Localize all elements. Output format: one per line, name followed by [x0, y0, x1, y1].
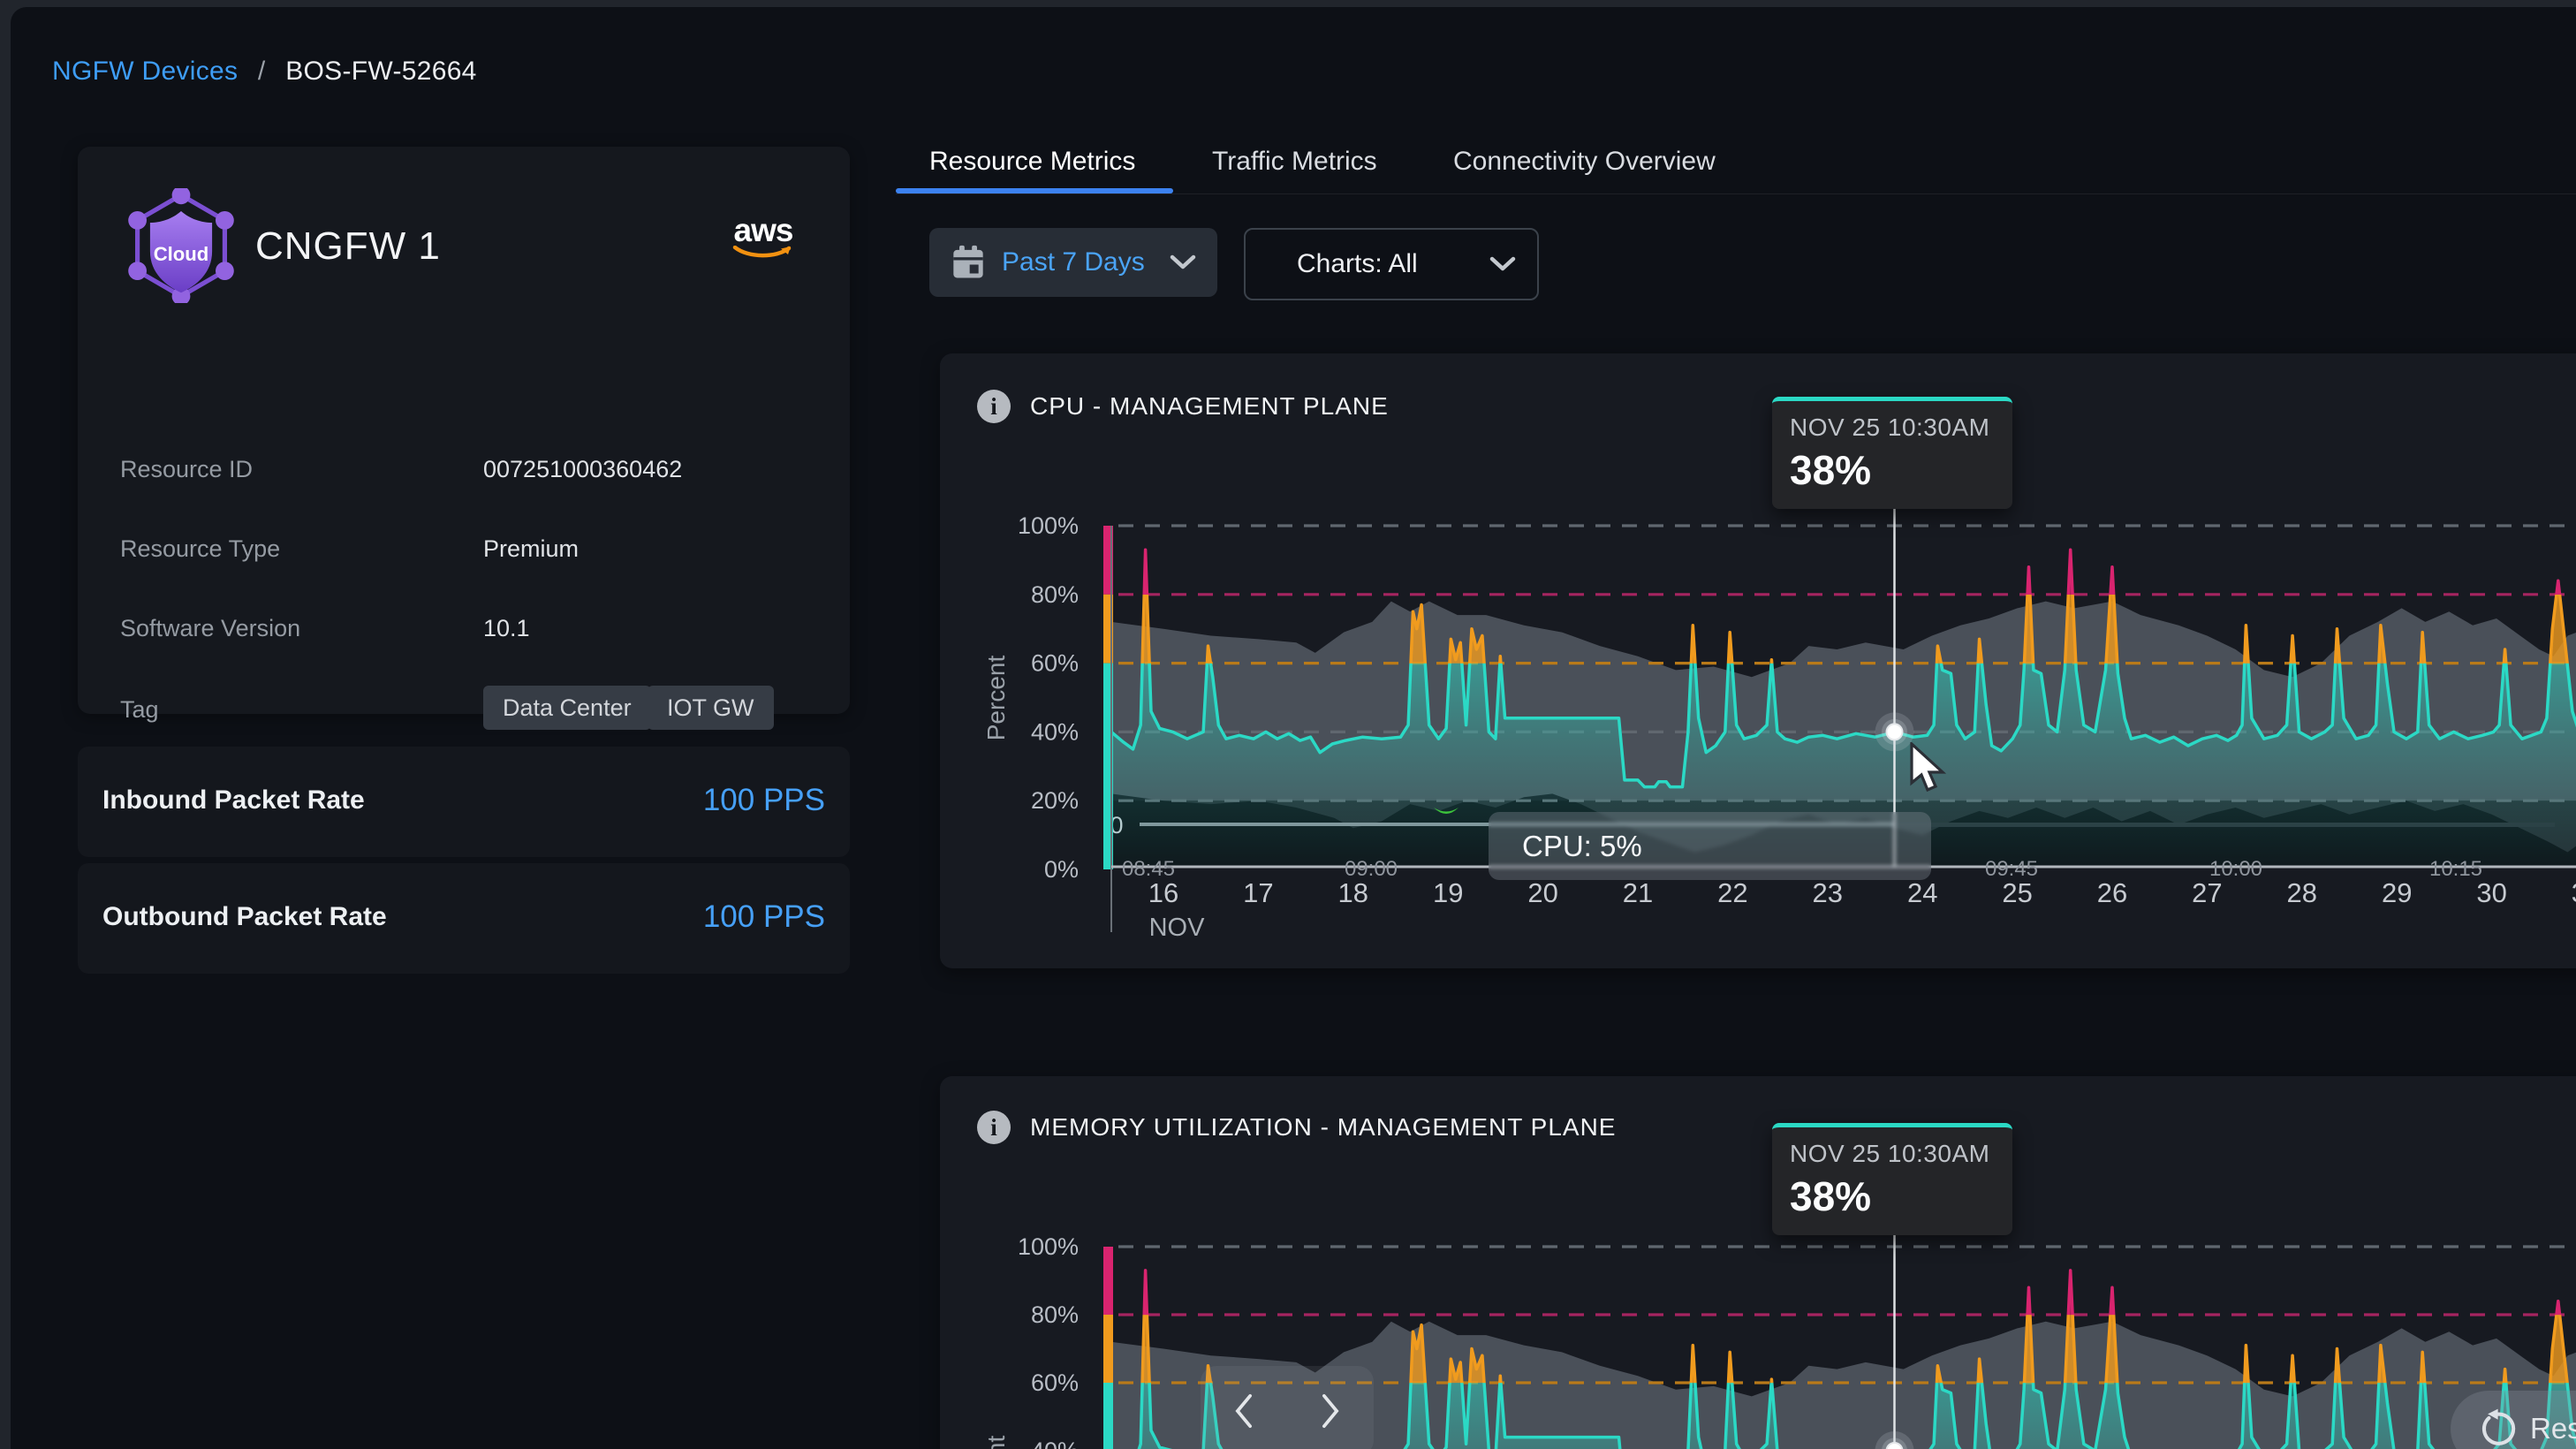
field-value: 10.1	[483, 615, 530, 642]
breadcrumb-current-device: BOS-FW-52664	[285, 57, 476, 86]
svg-text:Percent: Percent	[982, 1436, 1010, 1449]
tab-traffic-metrics[interactable]: Traffic Metrics	[1212, 147, 1377, 177]
inbound-packet-rate-card: Inbound Packet Rate 100 PPS	[78, 747, 850, 857]
logo-cloud-label: Cloud	[154, 243, 209, 265]
svg-text:100%: 100%	[1018, 512, 1079, 539]
svg-text:25: 25	[2002, 877, 2032, 908]
pager-next-button[interactable]	[1287, 1366, 1374, 1449]
date-range-dropdown[interactable]: Past 7 Days	[929, 228, 1217, 297]
cloud-ngfw-logo-icon: Cloud	[124, 188, 239, 303]
stat-label: Inbound Packet Rate	[102, 785, 365, 816]
aws-smile-icon	[732, 246, 794, 262]
stat-label: Outbound Packet Rate	[102, 902, 387, 932]
svg-text:26: 26	[2097, 877, 2127, 908]
chevron-right-icon	[1317, 1393, 1344, 1429]
svg-text:40%: 40%	[1031, 718, 1079, 745]
aws-logo: aws	[732, 216, 794, 266]
svg-text:60%: 60%	[1031, 650, 1079, 677]
device-name: CNGFW 1	[255, 224, 441, 269]
svg-text:20%: 20%	[1031, 787, 1079, 814]
aws-logo-text: aws	[732, 216, 794, 246]
svg-text:09:00: 09:00	[1345, 857, 1398, 881]
field-label: Resource Type	[120, 535, 280, 563]
restart-button[interactable]: Restart	[2451, 1391, 2576, 1449]
field-label: Tag	[120, 696, 159, 724]
svg-text:22: 22	[1717, 877, 1747, 908]
memory-chart-card: i MEMORY UTILIZATION - MANAGEMENT PLANE …	[940, 1076, 2576, 1449]
svg-text:80%: 80%	[1031, 1301, 1079, 1328]
chevron-down-icon	[1489, 256, 1516, 272]
svg-text:27: 27	[2192, 877, 2222, 908]
device-info-card: Cloud CNGFW 1 aws Resource ID 0072510003…	[78, 147, 850, 714]
svg-text:0%: 0%	[1044, 856, 1079, 883]
restart-label: Restart	[2530, 1412, 2576, 1445]
pager-prev-button[interactable]	[1201, 1366, 1287, 1449]
page: NGFW Devices / BOS-FW-52664 Cloud CNGFW …	[0, 0, 2576, 1449]
content-area: NGFW Devices / BOS-FW-52664 Cloud CNGFW …	[11, 7, 2576, 1449]
svg-text:10:00: 10:00	[2209, 857, 2262, 881]
svg-text:29: 29	[2382, 877, 2412, 908]
svg-text:17: 17	[1243, 877, 1273, 908]
svg-text:19: 19	[1433, 877, 1463, 908]
field-label: Software Version	[120, 615, 300, 642]
tag-chip: IOT GW	[648, 686, 774, 730]
svg-text:09:45: 09:45	[1985, 857, 2038, 881]
svg-text:23: 23	[1813, 877, 1843, 908]
field-row-software-version: Software Version 10.1	[120, 615, 809, 650]
field-value: Premium	[483, 535, 579, 563]
cpu-hover-tooltip: CPU: 5%	[1489, 812, 1931, 880]
svg-text:40%: 40%	[1031, 1438, 1079, 1449]
charts-filter-label: Charts: All	[1297, 249, 1418, 279]
svg-text:20: 20	[1527, 877, 1557, 908]
stat-value: 100 PPS	[703, 899, 825, 935]
memory-chart[interactable]: 40% 60% 80% 100% Percent	[940, 1076, 2576, 1449]
tooltip-datetime: NOV 25 10:30AM	[1790, 1140, 2012, 1168]
svg-text:24: 24	[1907, 877, 1937, 908]
breadcrumb-link-ngfw-devices[interactable]: NGFW Devices	[52, 57, 238, 86]
mouse-cursor-icon	[1906, 742, 1947, 792]
stat-value: 100 PPS	[703, 783, 825, 818]
memory-tooltip: NOV 25 10:30AM 38%	[1772, 1123, 2012, 1235]
tag-chip: Data Center	[483, 686, 651, 730]
tooltip-value: 38%	[1790, 446, 2012, 494]
svg-text:10:15: 10:15	[2429, 857, 2482, 881]
svg-text:100%: 100%	[1018, 1233, 1079, 1260]
date-range-label: Past 7 Days	[1002, 247, 1145, 277]
field-row-tag: Tag Data Center IOT GW	[120, 696, 809, 732]
svg-text:80%: 80%	[1031, 581, 1079, 608]
svg-text:60%: 60%	[1031, 1369, 1079, 1396]
svg-text:31: 31	[2572, 877, 2576, 908]
tab-divider	[896, 193, 2576, 194]
svg-text:30: 30	[2476, 877, 2506, 908]
svg-text:08:45: 08:45	[1122, 857, 1175, 881]
field-value: 007251000360462	[483, 456, 682, 483]
svg-text:28: 28	[2287, 877, 2317, 908]
svg-text:16: 16	[1148, 877, 1178, 908]
breadcrumb: NGFW Devices / BOS-FW-52664	[52, 57, 477, 87]
chevron-down-icon	[1170, 254, 1196, 270]
svg-text:NOV: NOV	[1149, 914, 1206, 942]
svg-text:21: 21	[1623, 877, 1653, 908]
cpu-tooltip: NOV 25 10:30AM 38%	[1772, 397, 2012, 509]
calendar-icon	[951, 244, 986, 281]
tooltip-value: 38%	[1790, 1172, 2012, 1220]
field-row-resource-type: Resource Type Premium	[120, 535, 809, 571]
breadcrumb-separator: /	[258, 57, 266, 86]
field-row-resource-id: Resource ID 007251000360462	[120, 456, 809, 491]
restart-icon	[2477, 1408, 2518, 1449]
tab-resource-metrics[interactable]: Resource Metrics	[929, 147, 1135, 177]
tab-connectivity-overview[interactable]: Connectivity Overview	[1453, 147, 1716, 177]
tooltip-datetime: NOV 25 10:30AM	[1790, 413, 2012, 442]
chevron-left-icon	[1231, 1393, 1257, 1429]
outbound-packet-rate-card: Outbound Packet Rate 100 PPS	[78, 863, 850, 974]
field-label: Resource ID	[120, 456, 253, 483]
charts-filter-dropdown[interactable]: Charts: All	[1244, 228, 1539, 300]
chart-pager	[1201, 1366, 1374, 1449]
svg-text:Percent: Percent	[982, 656, 1010, 741]
svg-text:18: 18	[1338, 877, 1368, 908]
